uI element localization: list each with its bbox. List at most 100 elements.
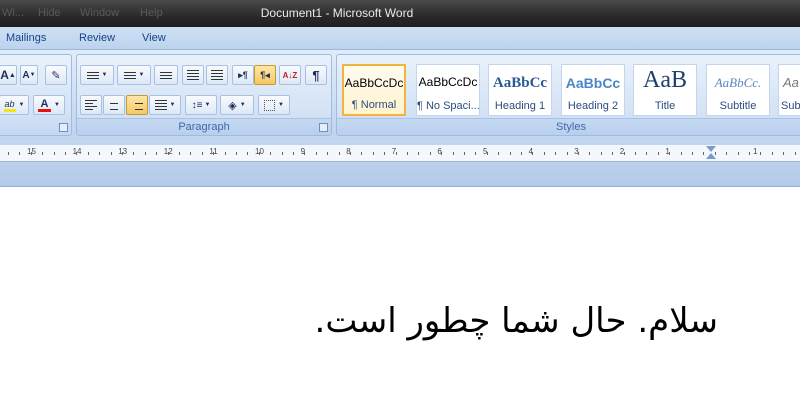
font-dialog-launcher[interactable] [59,123,68,132]
increase-indent-button[interactable] [206,65,228,85]
document-text[interactable]: سلام. حال شما چطور است. [315,301,718,341]
grow-font-button[interactable]: A ▲ [0,65,17,85]
ruler-tick [372,152,374,155]
tab-review[interactable]: Review [79,32,115,44]
ruler-tick [224,152,226,155]
ruler-tick [452,152,454,155]
ruler-tick [270,152,272,155]
ruler-tick [692,152,693,155]
ruler-number: 1 [753,147,758,156]
clear-formatting-button[interactable]: ✎ [45,65,67,85]
ruler-tick [42,152,44,155]
indent-marker[interactable] [706,146,716,161]
tab-view[interactable]: View [142,32,166,44]
align-center-icon [108,100,120,110]
style-subtitle-name: Subtitle [719,100,757,112]
ruler-tick [133,152,135,155]
ruler-tick [760,152,762,155]
ltr-direction-button[interactable]: ▸¶ [232,65,254,85]
style-heading-1-sample: AaBbCc [492,75,548,91]
numbering-button[interactable]: ▼ [117,65,151,85]
ruler-tick [543,152,545,155]
document-page[interactable]: سلام. حال شما چطور است. [0,188,800,400]
ruler-tick [327,152,329,155]
highlight-button[interactable]: ab ▼ [0,95,29,115]
ruler-tick [99,152,101,155]
show-formatting-marks-button[interactable]: ¶ [305,65,327,85]
ruler-tick [464,152,465,155]
style-subtle-sample: Aa [783,75,799,90]
ruler-tick [53,152,55,155]
ruler-tick [635,152,636,155]
font-group: A ▲ A ▼ ✎ ab ▼ A ▼ [0,54,72,136]
ruler-tick [281,152,283,155]
style-subtle[interactable]: Aa Subt [778,64,800,116]
ruler-tick [600,152,602,155]
paint-bucket-icon: ◈ [228,99,237,112]
ruler-tick [589,152,591,155]
ruler-tick [258,152,260,155]
justify-button[interactable]: ▼ [149,95,181,115]
paragraph-dialog-launcher[interactable] [319,123,328,132]
ruler-tick [509,152,511,155]
style-subtitle-sample: AaBbCc. [714,75,762,90]
style-title-name: Title [654,100,676,112]
style-heading-1[interactable]: AaBbCc Heading 1 [488,64,552,116]
style-subtitle[interactable]: AaBbCc. Subtitle [706,64,770,116]
justify-icon [154,100,167,110]
ruler-area: 1514131211109876543211 [0,140,800,187]
ribbon-tabs: Mailings Review View [0,27,800,50]
shading-button[interactable]: ◈ ▼ [220,95,254,115]
style-no-spacing-name: ¶ No Spaci... [417,100,479,112]
ruler-tick [407,152,408,155]
ruler-tick [737,152,739,155]
ruler-tick [361,152,363,155]
ruler-tick [144,152,146,155]
style-heading-1-name: Heading 1 [494,100,546,112]
style-title[interactable]: AaB Title [633,64,697,116]
line-spacing-button[interactable]: ↕≡ ▼ [185,95,217,115]
bullets-icon [86,71,99,79]
ruler-tick [498,152,500,155]
font-color-button[interactable]: A ▼ [33,95,65,115]
ruler-tick [669,152,671,155]
ruler-tick [122,152,123,155]
ruler-tick [236,152,237,155]
ruler-tick [8,152,9,155]
tab-mailings[interactable]: Mailings [6,32,46,44]
ruler-tick [680,152,682,155]
bullets-button[interactable]: ▼ [80,65,114,85]
shrink-font-button[interactable]: A ▼ [20,65,38,85]
style-subtle-name: Subt [781,100,800,112]
ruler-tick [76,152,78,155]
decrease-indent-icon [187,70,199,80]
ruler-tick [167,152,169,155]
horizontal-ruler[interactable]: 1514131211109876543211 [0,145,800,162]
ruler-tick [783,152,785,155]
ruler-tick [771,152,773,155]
ruler-tick [657,152,659,155]
style-no-spacing[interactable]: AaBbCcDc ¶ No Spaci... [416,64,480,116]
sort-button[interactable]: A↓Z [279,65,301,85]
style-normal[interactable]: AaBbCcDc ¶ Normal [342,64,406,116]
borders-button[interactable]: ▼ [258,95,290,115]
numbering-icon [123,71,136,79]
ruler-tick [429,152,431,155]
ruler-tick [156,152,158,155]
align-right-button[interactable] [126,95,148,115]
style-heading-2-sample: AaBbCc [565,75,621,91]
ruler-tick [623,152,625,155]
style-heading-2[interactable]: AaBbCc Heading 2 [561,64,625,116]
ruler-tick [395,152,397,155]
multilevel-list-button[interactable] [154,65,178,85]
style-normal-name: ¶ Normal [351,99,397,111]
align-center-button[interactable] [103,95,125,115]
ruler-tick [532,152,534,155]
align-left-button[interactable] [80,95,102,115]
styles-group-label: Styles [337,118,800,135]
decrease-indent-button[interactable] [182,65,204,85]
ruler-tick [315,152,317,155]
ruler-tick [110,152,112,155]
rtl-direction-button[interactable]: ¶◂ [254,65,276,85]
ruler-tick [703,152,705,155]
